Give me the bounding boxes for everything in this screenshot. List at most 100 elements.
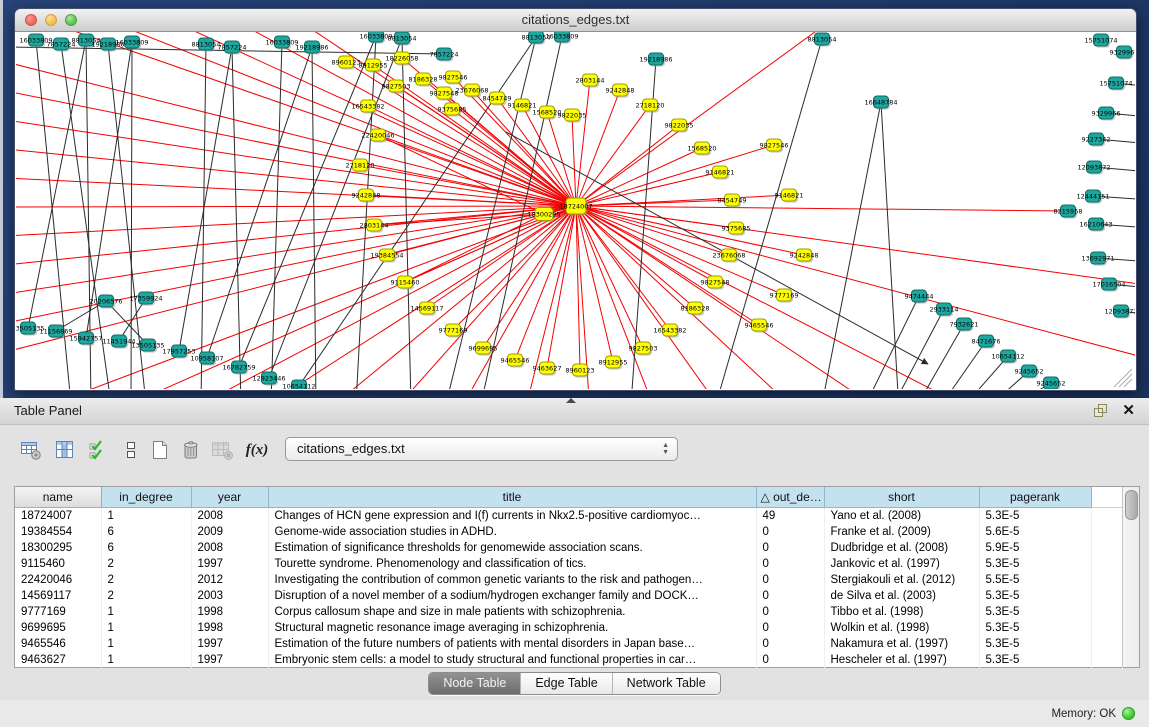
cell-name[interactable]: 9465546 (15, 636, 101, 652)
graph-node[interactable]: 7932621 (950, 318, 979, 332)
graph-node[interactable]: 17359924 (129, 292, 162, 306)
close-window-button[interactable] (25, 14, 37, 26)
column-header-out_degree[interactable]: △ out_de… (756, 487, 824, 508)
graph-node[interactable]: 9827546 (760, 139, 789, 153)
zoom-window-button[interactable] (65, 14, 77, 26)
cell-pagerank[interactable]: 5.3E-5 (979, 636, 1091, 652)
cell-pagerank[interactable]: 5.5E-5 (979, 572, 1091, 588)
cell-short[interactable]: de Silva et al. (2003) (824, 588, 979, 604)
cell-short[interactable]: Franke et al. (2009) (824, 524, 979, 540)
graph-node[interactable]: 10958107 (190, 352, 223, 366)
show-columns-button[interactable] (52, 437, 78, 463)
network-graph[interactable]: 1872400718300295896012389129551822605898… (16, 32, 1135, 389)
graph-node[interactable]: 12093872 (1104, 305, 1135, 319)
graph-node[interactable]: 9245652 (1037, 377, 1066, 389)
cell-year[interactable]: 1997 (191, 636, 268, 652)
cell-name[interactable]: 9115460 (15, 556, 101, 572)
cell-pagerank[interactable]: 5.3E-5 (979, 508, 1091, 525)
cell-out_degree[interactable]: 0 (756, 572, 824, 588)
table-scrollbar[interactable] (1122, 487, 1139, 667)
cell-year[interactable]: 2012 (191, 572, 268, 588)
graph-node[interactable]: 17016504 (1092, 278, 1125, 292)
graph-node[interactable]: 1568520 (688, 142, 717, 156)
cell-title[interactable]: Structural magnetic resonance image aver… (268, 620, 756, 636)
graph-node[interactable]: 9465546 (501, 354, 530, 368)
network-view-window[interactable]: citations_edges.txt 18724007183002958960… (14, 8, 1137, 391)
graph-node[interactable]: 14569117 (410, 302, 443, 316)
graph-node[interactable]: 9827503 (382, 80, 411, 94)
cell-pagerank[interactable]: 5.3E-5 (979, 652, 1091, 668)
cell-name[interactable]: 18724007 (15, 508, 101, 525)
cell-out_degree[interactable]: 0 (756, 588, 824, 604)
graph-node[interactable]: 8454749 (718, 194, 747, 208)
graph-node[interactable]: 8813054 (808, 33, 837, 47)
table-row[interactable]: 946362711997Embryonic stem cells: a mode… (15, 652, 1123, 668)
cell-title[interactable]: Changes of HCN gene expression and I(f) … (268, 508, 756, 525)
graph-node[interactable]: 2803144 (576, 74, 605, 88)
graph-node[interactable]: 16210643 (1079, 218, 1112, 232)
cell-out_degree[interactable]: 49 (756, 508, 824, 525)
memory-status-indicator-icon[interactable] (1122, 707, 1135, 720)
graph-node[interactable]: 19384554 (370, 249, 403, 263)
cell-short[interactable]: Jankovic et al. (1997) (824, 556, 979, 572)
cell-short[interactable]: Wolkin et al. (1998) (824, 620, 979, 636)
cell-year[interactable]: 2008 (191, 540, 268, 556)
cell-title[interactable]: Investigating the contribution of common… (268, 572, 756, 588)
graph-node[interactable]: 15751074 (1099, 77, 1132, 91)
cell-pagerank[interactable]: 5.3E-5 (979, 556, 1091, 572)
tab-edge-table[interactable]: Edge Table (520, 673, 611, 694)
cell-in_degree[interactable]: 1 (101, 636, 191, 652)
cell-out_degree[interactable]: 0 (756, 604, 824, 620)
cell-pagerank[interactable]: 5.3E-5 (979, 620, 1091, 636)
tab-network-table[interactable]: Network Table (612, 673, 720, 694)
cell-in_degree[interactable]: 1 (101, 508, 191, 525)
resize-grip[interactable] (1114, 369, 1132, 387)
cell-name[interactable]: 22420046 (15, 572, 101, 588)
cell-year[interactable]: 1998 (191, 620, 268, 636)
graph-node[interactable]: 9822035 (665, 119, 694, 133)
cell-year[interactable]: 2008 (191, 508, 268, 525)
graph-node[interactable]: 9375685 (722, 222, 751, 236)
graph-node[interactable]: 2803144 (360, 219, 389, 233)
cell-in_degree[interactable]: 2 (101, 572, 191, 588)
graph-node[interactable]: 9115460 (391, 276, 420, 290)
column-header-name[interactable]: name (15, 487, 101, 508)
graph-node[interactable]: 12923446 (252, 372, 285, 386)
cell-in_degree[interactable]: 1 (101, 604, 191, 620)
graph-node[interactable]: 9827548 (430, 87, 459, 101)
graph-node[interactable]: 9146821 (706, 166, 735, 180)
graph-node[interactable]: 9245652 (1015, 365, 1044, 379)
table-row[interactable]: 977716911998Corpus callosum shape and si… (15, 604, 1123, 620)
graph-node[interactable]: 8813054 (388, 32, 417, 46)
cell-in_degree[interactable]: 1 (101, 620, 191, 636)
graph-node[interactable]: 9465546 (745, 319, 774, 333)
function-builder-button[interactable]: f(x) (244, 437, 270, 463)
graph-node[interactable]: 9699695 (469, 342, 498, 356)
graph-node[interactable]: 15751074 (1084, 34, 1117, 48)
delete-rows-trash-button[interactable] (178, 437, 204, 463)
graph-node[interactable]: 7857224 (430, 48, 459, 62)
graph-node[interactable]: 16033809 (545, 32, 578, 44)
close-panel-icon[interactable]: ✕ (1122, 403, 1135, 418)
graph-node[interactable]: 9242848 (790, 249, 819, 263)
cell-title[interactable]: Genome-wide association studies in ADHD. (268, 524, 756, 540)
graph-node[interactable]: 9827548 (701, 276, 730, 290)
graph-node[interactable]: 2718120 (636, 99, 665, 113)
graph-node[interactable]: 9242848 (352, 189, 381, 203)
graph-node[interactable]: 16782759 (222, 361, 255, 375)
cell-name[interactable]: 9777169 (15, 604, 101, 620)
float-panel-icon[interactable] (1093, 403, 1108, 418)
cell-short[interactable]: Hescheler et al. (1997) (824, 652, 979, 668)
table-row[interactable]: 1872400712008Changes of HCN gene express… (15, 508, 1123, 525)
cell-in_degree[interactable]: 2 (101, 588, 191, 604)
graph-node[interactable]: 9146821 (775, 189, 804, 203)
graph-node[interactable]: 8912955 (359, 59, 388, 73)
column-header-short[interactable]: short (824, 487, 979, 508)
minimize-window-button[interactable] (45, 14, 57, 26)
graph-node[interactable]: 8912955 (599, 356, 628, 370)
cell-title[interactable]: Corpus callosum shape and size in male p… (268, 604, 756, 620)
column-header-pagerank[interactable]: pagerank (979, 487, 1091, 508)
graph-node[interactable]: 9822035 (558, 109, 587, 123)
cell-in_degree[interactable]: 1 (101, 652, 191, 668)
graph-node[interactable]: 9242848 (606, 84, 635, 98)
